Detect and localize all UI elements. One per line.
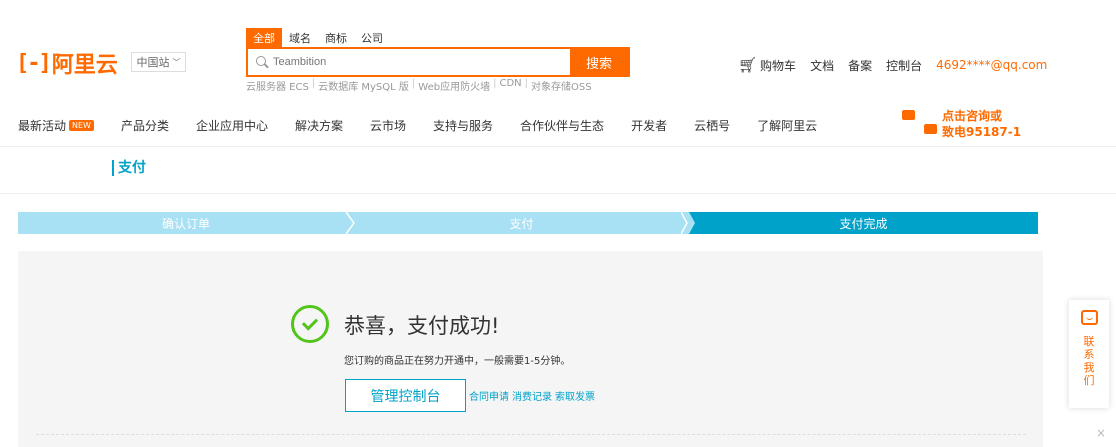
beian-link[interactable]: 备案 <box>848 57 872 74</box>
main-nav: 最新活动 NEW 产品分类 企业应用中心 解决方案 云市场 支持与服务 合作伙伴与… <box>18 117 844 134</box>
hot-word[interactable]: 对象存储OSS <box>531 78 592 93</box>
hot-word[interactable]: 云服务器 ECS <box>246 78 309 93</box>
step-pay-complete: 支付完成 <box>689 212 1038 234</box>
request-invoice-link[interactable]: 索取发票 <box>555 388 595 403</box>
step-arrow-icon <box>345 212 355 234</box>
consumption-records-link[interactable]: 消费记录 <box>512 388 552 403</box>
search-button[interactable]: 搜索 <box>570 49 628 75</box>
hot-word[interactable]: CDN <box>499 78 521 93</box>
chat-bubble <box>902 110 915 120</box>
search-input[interactable] <box>273 56 553 68</box>
logo-text: 阿里云 <box>51 53 118 78</box>
user-email[interactable]: 4692****@qq.com <box>936 58 1047 72</box>
check-circle-icon <box>291 305 329 343</box>
region-label: 中国站 <box>136 56 170 69</box>
success-panel <box>18 251 1043 447</box>
consult-text: 点击咨询或 致电95187-1 <box>942 108 1021 140</box>
cart-label: 购物车 <box>760 58 797 73</box>
success-title: 恭喜，支付成功! <box>344 314 500 338</box>
action-links: 合同申请 消费记录 索取发票 <box>469 388 595 403</box>
hot-word[interactable]: 云数据库 MySQL 版 <box>318 78 409 93</box>
chat-icon <box>900 108 937 140</box>
search-tab-company[interactable]: 公司 <box>354 28 390 48</box>
top-right-links: 🛒︎ 购物车 文档 备案 控制台 4692****@qq.com <box>738 56 1047 74</box>
step-pay: 支付 <box>354 212 689 234</box>
cart-link[interactable]: 🛒︎ 购物车 <box>738 56 796 74</box>
cart-icon: 🛒︎ <box>738 56 758 74</box>
search-tabs: 全部 域名 商标 公司 <box>246 28 390 48</box>
aliyun-logo[interactable]: [-] 阿里云 <box>16 50 118 79</box>
page-title: 支付 <box>112 160 146 176</box>
chevron-down-icon: ﹀ <box>172 57 181 67</box>
nav-item-yunqi[interactable]: 云栖号 <box>694 117 730 134</box>
nav-item-support[interactable]: 支持与服务 <box>433 117 493 134</box>
consult-widget[interactable]: 点击咨询或 致电95187-1 <box>900 108 1021 140</box>
close-icon[interactable]: × <box>1096 426 1106 440</box>
hot-word[interactable]: Web应用防火墙 <box>418 78 490 93</box>
separator: | <box>493 78 497 89</box>
console-link[interactable]: 控制台 <box>886 57 922 74</box>
nav-item-products[interactable]: 产品分类 <box>121 117 169 134</box>
consult-line1: 点击咨询或 <box>942 109 1003 123</box>
divider <box>0 146 1116 147</box>
dashed-divider <box>36 434 1026 435</box>
nav-item-market[interactable]: 云市场 <box>370 117 406 134</box>
payment-steps: 确认订单 支付 支付完成 <box>18 212 1038 234</box>
separator: | <box>311 78 316 89</box>
divider <box>0 193 1116 194</box>
separator: | <box>411 78 416 89</box>
chat-bubble <box>924 124 937 134</box>
logo-mark: [-] <box>16 50 52 76</box>
manage-console-button[interactable]: 管理控制台 <box>345 379 466 412</box>
contact-us-label: 联系我们 <box>1083 335 1095 387</box>
nav-item-enterprise[interactable]: 企业应用中心 <box>196 117 268 134</box>
search-box: 搜索 <box>246 47 630 77</box>
hot-words: 云服务器 ECS | 云数据库 MySQL 版 | Web应用防火墙 | CDN | 对… <box>246 78 592 93</box>
nav-item-latest[interactable]: 最新活动 NEW <box>18 117 94 134</box>
consult-line2: 致电95187-1 <box>942 125 1022 139</box>
step-arrow-icon <box>681 212 695 234</box>
search-tab-all[interactable]: 全部 <box>246 28 282 48</box>
nav-item-solutions[interactable]: 解决方案 <box>295 117 343 134</box>
nav-item-developers[interactable]: 开发者 <box>631 117 667 134</box>
step-confirm-order: 确认订单 <box>18 212 354 234</box>
nav-item-partners[interactable]: 合作伙伴与生态 <box>520 117 604 134</box>
nav-label: 最新活动 <box>18 119 67 133</box>
new-badge: NEW <box>69 120 94 131</box>
separator: | <box>524 78 529 89</box>
search-icon <box>256 56 268 68</box>
success-description: 您订购的商品正在努力开通中，一般需要1-5分钟。 <box>344 356 571 367</box>
search-tab-trademark[interactable]: 商标 <box>318 28 354 48</box>
search-tab-domain[interactable]: 域名 <box>282 28 318 48</box>
docs-link[interactable]: 文档 <box>810 57 834 74</box>
region-selector[interactable]: 中国站 ﹀ <box>131 52 186 72</box>
contact-us-widget[interactable]: 联系我们 <box>1069 300 1109 408</box>
search-input-wrap <box>248 49 570 75</box>
contract-apply-link[interactable]: 合同申请 <box>469 388 509 403</box>
smile-chat-icon <box>1080 310 1098 325</box>
nav-item-about[interactable]: 了解阿里云 <box>757 117 817 134</box>
